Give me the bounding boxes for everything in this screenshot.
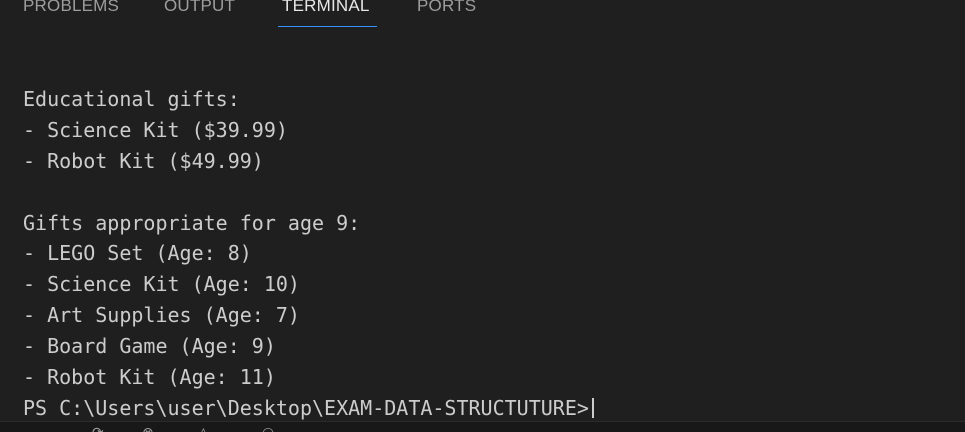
terminal-line: - Art Supplies (Age: 7) bbox=[23, 303, 300, 328]
status-bar: ⟳ ⊗ △ ◠ bbox=[0, 421, 965, 432]
tab-terminal[interactable]: TERMINAL bbox=[282, 0, 370, 16]
terminal-output[interactable]: Educational gifts: - Science Kit ($39.99… bbox=[23, 84, 594, 424]
terminal-line: Educational gifts: bbox=[23, 87, 240, 111]
terminal-line: - Board Game (Age: 9) bbox=[23, 334, 276, 359]
terminal-line: - LEGO Set (Age: 8) bbox=[23, 241, 252, 266]
terminal-prompt: PS C:\Users\user\Desktop\EXAM-DATA-STRUC… bbox=[23, 395, 589, 420]
warning-icon[interactable]: △ bbox=[198, 426, 209, 432]
active-tab-indicator bbox=[278, 26, 377, 27]
bell-icon[interactable]: ◠ bbox=[262, 426, 274, 432]
terminal-prompt-line[interactable]: PS C:\Users\user\Desktop\EXAM-DATA-STRUC… bbox=[23, 393, 594, 424]
tab-output[interactable]: OUTPUT bbox=[164, 0, 235, 16]
sync-icon[interactable]: ⟳ bbox=[92, 426, 104, 432]
terminal-cursor bbox=[591, 397, 594, 418]
error-icon[interactable]: ⊗ bbox=[142, 426, 154, 432]
panel-tab-bar: PROBLEMS OUTPUT TERMINAL PORTS bbox=[0, 0, 965, 30]
terminal-line: Gifts appropriate for age 9: bbox=[23, 210, 361, 235]
tab-problems[interactable]: PROBLEMS bbox=[23, 0, 119, 16]
terminal-line: - Science Kit ($39.99) bbox=[23, 117, 288, 142]
terminal-line: - Science Kit (Age: 10) bbox=[23, 272, 300, 297]
tab-ports[interactable]: PORTS bbox=[417, 0, 476, 16]
terminal-line: - Robot Kit (Age: 11) bbox=[23, 365, 276, 390]
terminal-line: - Robot Kit ($49.99) bbox=[23, 148, 264, 173]
